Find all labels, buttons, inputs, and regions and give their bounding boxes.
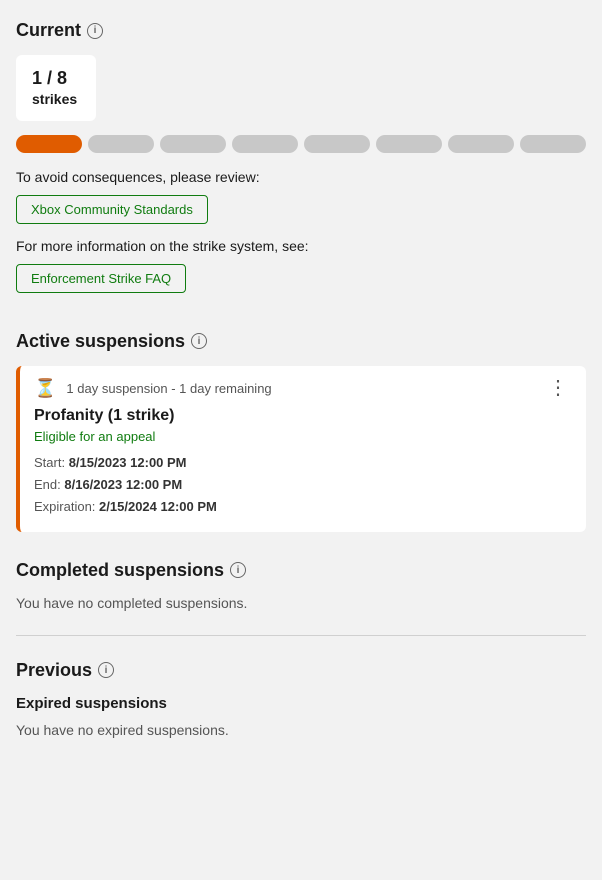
- active-suspensions-section: Active suspensions i ⏳ 1 day suspension …: [16, 331, 586, 532]
- expired-suspensions-label: Expired suspensions: [16, 695, 586, 712]
- previous-title-text: Previous: [16, 660, 92, 681]
- previous-section: Previous i Expired suspensions You have …: [16, 660, 586, 738]
- appeal-text: Eligible for an appeal: [34, 429, 572, 444]
- strikes-bar: [16, 135, 586, 153]
- current-title-text: Current: [16, 20, 81, 41]
- suspension-start: Start: 8/15/2023 12:00 PM: [34, 452, 572, 474]
- completed-suspensions-title-text: Completed suspensions: [16, 560, 224, 581]
- suspension-duration: 1 day suspension - 1 day remaining: [66, 381, 271, 396]
- previous-info-icon[interactable]: i: [98, 662, 114, 678]
- strikes-box: 1 / 8 strikes: [16, 55, 96, 121]
- active-suspensions-title-text: Active suspensions: [16, 331, 185, 352]
- suspension-card: ⏳ 1 day suspension - 1 day remaining ⋮ P…: [16, 366, 586, 532]
- active-suspensions-title: Active suspensions i: [16, 331, 586, 352]
- strike-segment-2: [88, 135, 154, 153]
- completed-suspensions-info-icon[interactable]: i: [230, 562, 246, 578]
- expired-suspensions-empty: You have no expired suspensions.: [16, 722, 586, 738]
- strike-segment-4: [232, 135, 298, 153]
- strikes-fraction: 1 / 8: [32, 67, 80, 90]
- review-prompt: To avoid consequences, please review:: [16, 169, 586, 185]
- strike-segment-7: [448, 135, 514, 153]
- suspension-expiration: Expiration: 2/15/2024 12:00 PM: [34, 496, 572, 518]
- current-info-icon[interactable]: i: [87, 23, 103, 39]
- suspension-card-header-left: ⏳ 1 day suspension - 1 day remaining: [34, 378, 272, 399]
- strike-segment-1: [16, 135, 82, 153]
- suspension-end: End: 8/16/2023 12:00 PM: [34, 474, 572, 496]
- completed-suspensions-title: Completed suspensions i: [16, 560, 586, 581]
- active-suspensions-info-icon[interactable]: i: [191, 333, 207, 349]
- expiration-label: Expiration:: [34, 499, 95, 514]
- suspension-more-options[interactable]: ⋮: [544, 378, 572, 398]
- strikes-label: strikes: [32, 90, 80, 108]
- start-value: 8/15/2023 12:00 PM: [69, 455, 187, 470]
- hourglass-icon: ⏳: [34, 378, 56, 399]
- end-value: 8/16/2023 12:00 PM: [64, 477, 182, 492]
- current-section: Current i 1 / 8 strikes To avoid consequ…: [16, 20, 586, 307]
- end-label: End:: [34, 477, 61, 492]
- suspension-title: Profanity (1 strike): [34, 407, 572, 425]
- strike-segment-8: [520, 135, 586, 153]
- start-label: Start:: [34, 455, 65, 470]
- strike-segment-5: [304, 135, 370, 153]
- more-info-text: For more information on the strike syste…: [16, 238, 586, 254]
- section-divider: [16, 635, 586, 636]
- strike-segment-3: [160, 135, 226, 153]
- expiration-value: 2/15/2024 12:00 PM: [99, 499, 217, 514]
- suspension-card-header: ⏳ 1 day suspension - 1 day remaining ⋮: [34, 378, 572, 399]
- strike-segment-6: [376, 135, 442, 153]
- enforcement-faq-button[interactable]: Enforcement Strike FAQ: [16, 264, 186, 293]
- completed-suspensions-empty: You have no completed suspensions.: [16, 595, 586, 611]
- current-title: Current i: [16, 20, 586, 41]
- suspension-dates: Start: 8/15/2023 12:00 PM End: 8/16/2023…: [34, 452, 572, 518]
- completed-suspensions-section: Completed suspensions i You have no comp…: [16, 560, 586, 611]
- community-standards-button[interactable]: Xbox Community Standards: [16, 195, 208, 224]
- previous-title: Previous i: [16, 660, 586, 681]
